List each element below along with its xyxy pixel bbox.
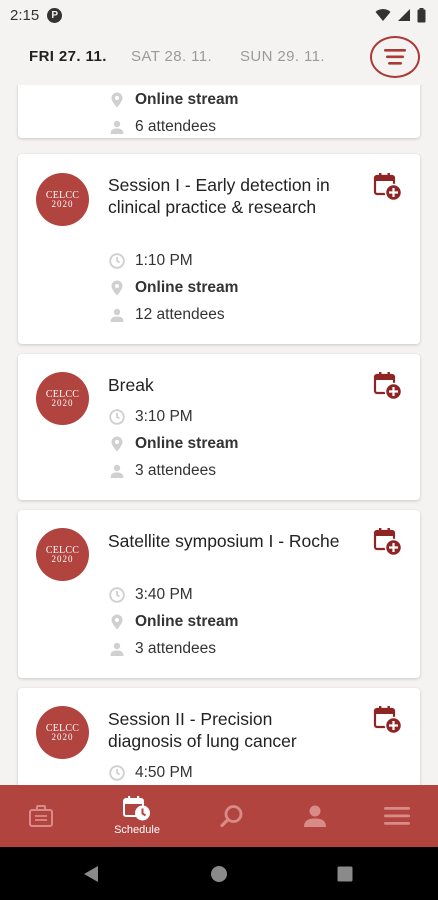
nav-schedule[interactable]: Schedule (104, 785, 170, 847)
location-text: Online stream (135, 613, 239, 630)
person-icon (108, 308, 126, 322)
attendees-text: 12 attendees (135, 306, 225, 323)
time-row: 3:40 PM (108, 584, 193, 606)
attendees-row: 6 attendees (108, 116, 216, 138)
celcc-logo: CELCC 2020 (36, 706, 89, 759)
session-card[interactable]: CELCC 2020 Break 3:10 PM Online stream 3 … (18, 354, 420, 500)
nav-briefcase[interactable] (20, 785, 62, 847)
session-title: Session II - Precision diagnosis of lung… (108, 709, 297, 751)
session-title: Session I - Early detection in clinical … (108, 175, 330, 217)
celcc-logo: CELCC 2020 (36, 528, 89, 581)
time-text: 3:10 PM (135, 408, 193, 425)
location-row: Online stream (108, 277, 238, 299)
location-pin-icon (108, 436, 126, 452)
celcc-logo: CELCC 2020 (36, 173, 89, 226)
time-row: 1:10 PM (108, 250, 193, 272)
add-to-calendar-icon[interactable] (373, 705, 403, 735)
logo-year: 2020 (51, 198, 74, 209)
logo-year: 2020 (51, 731, 74, 742)
session-list[interactable]: Online stream 6 attendees CELCC 2020 Sess… (0, 85, 438, 785)
time-text: 1:10 PM (135, 252, 193, 269)
attendees-text: 3 attendees (135, 640, 217, 657)
logo-year: 2020 (51, 397, 74, 408)
status-indicators (375, 7, 426, 23)
clock-icon (108, 587, 126, 603)
back-icon[interactable] (83, 865, 99, 883)
session-title: Break (108, 375, 154, 395)
time-row: 3:10 PM (108, 406, 193, 428)
hamburger-menu-icon (384, 807, 410, 825)
nav-search[interactable] (216, 785, 248, 847)
filter-menu-button[interactable] (370, 36, 420, 78)
clock-icon (108, 409, 126, 425)
signal-icon (398, 9, 410, 21)
location-text: Online stream (135, 91, 239, 108)
session-card[interactable]: CELCC 2020 Satellite symposium I - Roche … (18, 510, 420, 678)
status-time: 2:15 (10, 6, 40, 24)
attendees-row: 3 attendees (108, 460, 216, 482)
person-icon (108, 642, 126, 656)
person-icon (108, 120, 126, 134)
location-text: Online stream (135, 279, 239, 296)
attendees-text: 6 attendees (135, 118, 217, 135)
schedule-calendar-clock-icon (123, 796, 150, 821)
nav-menu[interactable] (380, 785, 414, 847)
wifi-icon (375, 9, 391, 21)
nav-profile[interactable] (298, 785, 332, 847)
time-row: 4:50 PM (108, 762, 193, 784)
briefcase-icon (29, 805, 53, 827)
search-icon (220, 805, 243, 828)
location-pin-icon (108, 92, 126, 108)
location-row: Online stream (108, 89, 238, 111)
location-pin-icon (108, 280, 126, 296)
tab-fri[interactable]: FRI 27. 11. (29, 48, 107, 65)
clock-icon (108, 765, 126, 781)
location-text: Online stream (135, 435, 239, 452)
person-icon (108, 464, 126, 478)
nav-schedule-label: Schedule (114, 824, 160, 836)
clock-icon (108, 253, 126, 269)
attendees-row: 3 attendees (108, 638, 216, 660)
day-selector: FRI 27. 11. SAT 28. 11. SUN 29. 11. (0, 30, 438, 85)
app-notification-icon: P (47, 7, 63, 23)
location-row: Online stream (108, 433, 238, 455)
time-text: 4:50 PM (135, 764, 193, 781)
tab-sun[interactable]: SUN 29. 11. (240, 48, 325, 65)
recents-icon[interactable] (337, 866, 353, 882)
bottom-navigation: Schedule (0, 785, 438, 847)
add-to-calendar-icon[interactable] (373, 527, 403, 557)
system-navigation-bar (0, 847, 438, 900)
time-text: 3:40 PM (135, 586, 193, 603)
tab-sat[interactable]: SAT 28. 11. (131, 48, 212, 65)
menu-lines-icon (384, 49, 406, 65)
logo-year: 2020 (51, 553, 74, 564)
battery-icon (417, 7, 426, 22)
status-bar: 2:15 P (0, 0, 438, 30)
home-icon[interactable] (210, 865, 228, 883)
add-to-calendar-icon[interactable] (373, 371, 403, 401)
location-row: Online stream (108, 611, 238, 633)
session-card[interactable]: CELCC 2020 Session I - Early detection in… (18, 154, 420, 344)
celcc-logo: CELCC 2020 (36, 372, 89, 425)
attendees-text: 3 attendees (135, 462, 217, 479)
attendees-row: 12 attendees (108, 304, 225, 326)
session-title: Satellite symposium I - Roche (108, 531, 340, 551)
session-card-partial[interactable]: Online stream 6 attendees (18, 85, 420, 138)
location-pin-icon (108, 614, 126, 630)
add-to-calendar-icon[interactable] (373, 172, 403, 202)
session-card[interactable]: CELCC 2020 Session II - Precision diagnos… (18, 688, 420, 785)
person-icon (304, 805, 326, 827)
